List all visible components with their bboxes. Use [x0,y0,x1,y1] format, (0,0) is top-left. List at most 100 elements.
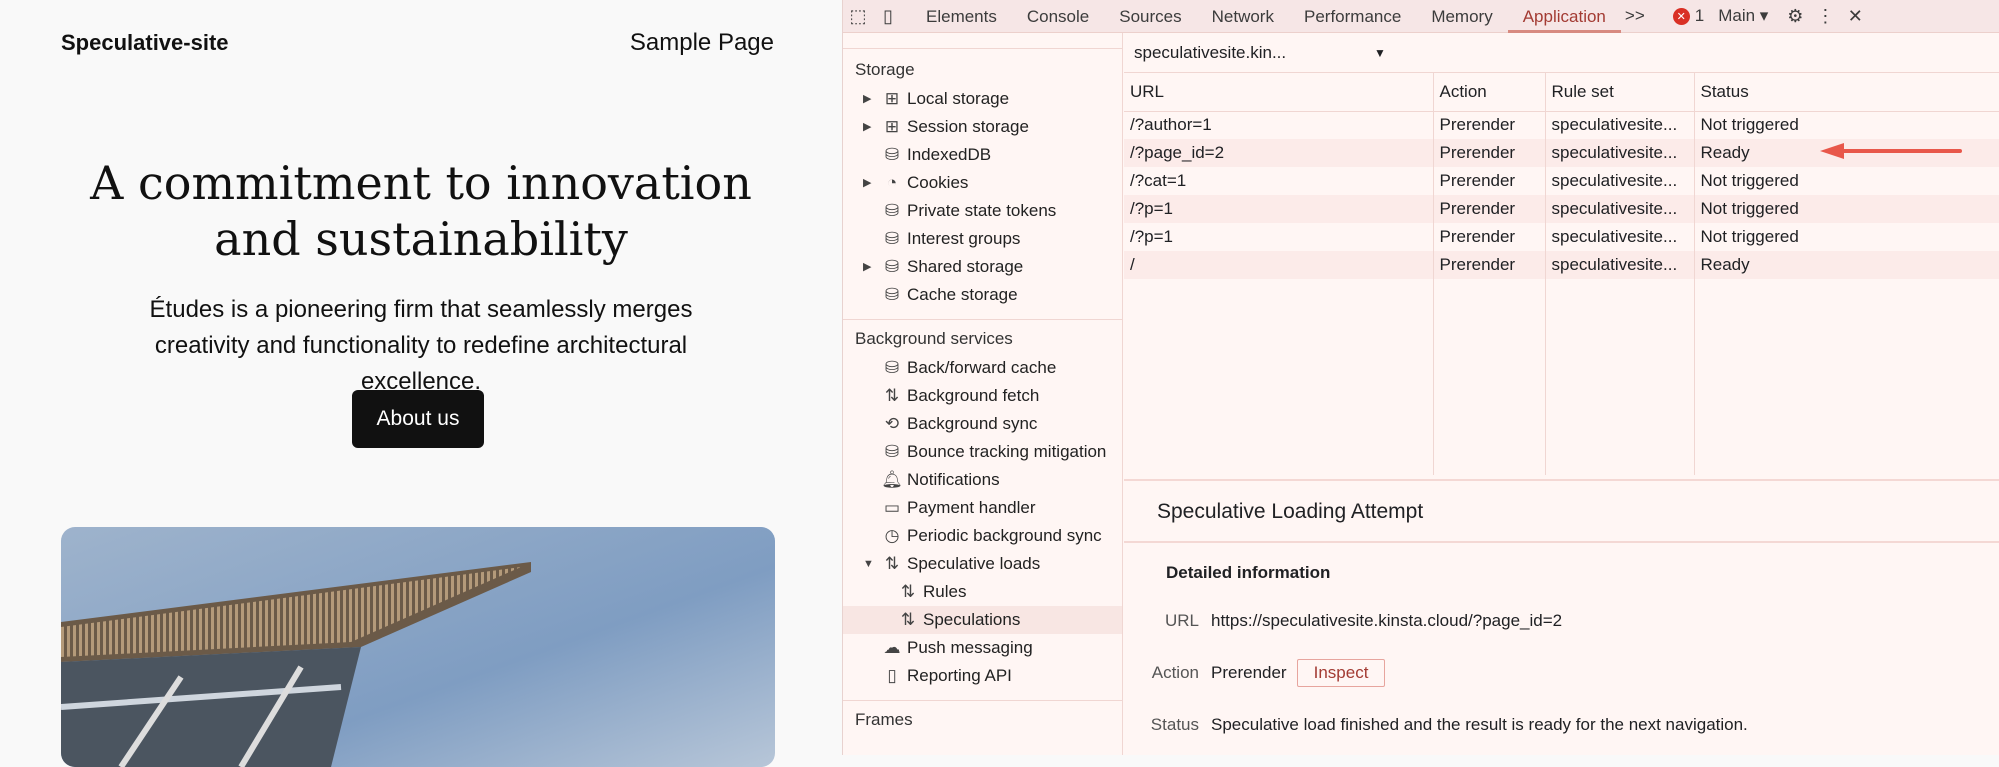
table-row[interactable]: /?cat=1Prerenderspeculativesite...Not tr… [1124,167,1999,195]
storage-section-title: Storage [843,55,1122,85]
more-tabs-button[interactable]: >> [1625,6,1645,26]
table-row[interactable]: /?p=1Prerenderspeculativesite...Not trig… [1124,223,1999,251]
settings-gear-icon[interactable]: ⚙ [1780,6,1810,27]
sidebar-item-background-sync[interactable]: ⟲Background sync [843,410,1122,438]
nav-sample-page[interactable]: Sample Page [630,29,774,57]
sidebar-item-speculations[interactable]: ⇅Speculations [843,606,1122,634]
sidebar-item-reporting-api[interactable]: ▯Reporting API [843,662,1122,690]
sidebar-item-notifications[interactable]: 🔔︎Notifications [843,466,1122,494]
empty-row [1124,391,1999,419]
tab-performance[interactable]: Performance [1289,0,1416,33]
sidebar-item-label: Periodic background sync [907,522,1102,550]
table-row[interactable]: /?author=1Prerenderspeculativesite...Not… [1124,111,1999,139]
sidebar-item-indexeddb[interactable]: ⛁IndexedDB [843,141,1122,169]
sidebar-item-label: Interest groups [907,225,1020,253]
expand-arrow-icon[interactable]: ▼ [863,550,877,578]
inspect-element-icon[interactable]: ⬚ [843,6,873,27]
col-url[interactable]: URL [1124,73,1433,111]
cache-storage-icon: ⛁ [877,281,907,309]
expand-arrow-icon[interactable]: ▶ [863,113,877,141]
action-value: Prerender [1211,663,1287,683]
url-label: URL [1124,611,1211,631]
back-forward-cache-icon: ⛁ [877,354,907,382]
col-rule-set[interactable]: Rule set [1545,73,1694,111]
tab-sources[interactable]: Sources [1104,0,1196,33]
sidebar-item-label: Reporting API [907,662,1012,690]
sidebar-item-cache-storage[interactable]: ⛁Cache storage [843,281,1122,309]
error-count[interactable]: 1 [1695,6,1704,26]
url-cell: /?page_id=2 [1124,139,1433,167]
site-brand[interactable]: Speculative-site [61,30,229,56]
device-toolbar-icon[interactable]: ▯ [873,6,903,27]
col-status[interactable]: Status [1694,73,1999,111]
url-cell: /?p=1 [1124,223,1433,251]
url-cell: /?author=1 [1124,111,1433,139]
hero-description: Études is a pioneering firm that seamles… [0,292,842,400]
sidebar-item-label: Session storage [907,113,1029,141]
sidebar-item-private-state-tokens[interactable]: ⛁Private state tokens [843,197,1122,225]
sidebar-item-interest-groups[interactable]: ⛁Interest groups [843,225,1122,253]
sidebar-item-local-storage[interactable]: ▶⊞Local storage [843,85,1122,113]
tab-network[interactable]: Network [1197,0,1289,33]
ruleset-select[interactable]: speculativesite.kin...▼ [1124,33,1999,73]
table-row[interactable]: /Prerenderspeculativesite...Ready [1124,251,1999,279]
cookies-icon: ◔ [877,169,907,197]
empty-row [1124,335,1999,363]
sidebar-item-session-storage[interactable]: ▶⊞Session storage [843,113,1122,141]
tab-memory[interactable]: Memory [1416,0,1507,33]
rule-set-cell: speculativesite... [1545,195,1694,223]
sidebar-item-back-forward-cache[interactable]: ⛁Back/forward cache [843,354,1122,382]
session-storage-icon: ⊞ [877,113,907,141]
rule-set-cell: speculativesite... [1545,223,1694,251]
shared-storage-icon: ⛁ [877,253,907,281]
context-select[interactable]: Main ▾ [1718,6,1768,26]
status-cell: Ready [1694,251,1999,279]
sidebar-item-label: Push messaging [907,634,1033,662]
inspect-button[interactable]: Inspect [1297,659,1386,687]
empty-row [1124,447,1999,475]
about-us-button[interactable]: About us [352,390,484,448]
expand-arrow-icon[interactable]: ▶ [863,85,877,113]
indexeddb-icon: ⛁ [877,141,907,169]
sidebar-item-label: Private state tokens [907,197,1056,225]
sidebar-item-push-messaging[interactable]: ☁Push messaging [843,634,1122,662]
sidebar-item-label: IndexedDB [907,141,991,169]
tab-elements[interactable]: Elements [911,0,1012,33]
sidebar-item-label: Cookies [907,169,968,197]
attempt-detail: Speculative Loading Attempt Detailed inf… [1124,481,1999,735]
tab-application[interactable]: Application [1508,0,1621,33]
sidebar-item-label: Back/forward cache [907,354,1056,382]
expand-arrow-icon[interactable]: ▶ [863,253,877,281]
more-options-icon[interactable]: ⋮ [1810,6,1840,27]
table-row[interactable]: /?p=1Prerenderspeculativesite...Not trig… [1124,195,1999,223]
sidebar-item-label: Payment handler [907,494,1036,522]
close-icon[interactable]: ✕ [1840,6,1870,27]
expand-arrow-icon[interactable]: ▶ [863,169,877,197]
private-state-tokens-icon: ⛁ [877,197,907,225]
ruleset-select-value: speculativesite.kin... [1134,43,1374,63]
sidebar-item-speculative-loads[interactable]: ▼⇅Speculative loads [843,550,1122,578]
empty-row [1124,363,1999,391]
status-cell: Not triggered [1694,195,1999,223]
status-cell: Not triggered [1694,223,1999,251]
tab-console[interactable]: Console [1012,0,1104,33]
error-icon[interactable]: ✕ [1673,8,1690,25]
sidebar-item-shared-storage[interactable]: ▶⛁Shared storage [843,253,1122,281]
sidebar-item-payment-handler[interactable]: ▭Payment handler [843,494,1122,522]
speculations-view: speculativesite.kin...▼ URL Action Rule … [1124,33,1999,755]
periodic-background-sync-icon: ◷ [877,522,907,550]
sidebar-item-background-fetch[interactable]: ⇅Background fetch [843,382,1122,410]
sidebar-item-cookies[interactable]: ▶◔Cookies [843,169,1122,197]
sidebar-item-periodic-background-sync[interactable]: ◷Periodic background sync [843,522,1122,550]
sidebar-item-bounce-tracking-mitigation[interactable]: ⛁Bounce tracking mitigation [843,438,1122,466]
sidebar-item-rules[interactable]: ⇅Rules [843,578,1122,606]
col-action[interactable]: Action [1433,73,1545,111]
empty-row [1124,307,1999,335]
devtools-toolbar: ⬚ ▯ Elements Console Sources Network Per… [843,0,1999,33]
local-storage-icon: ⊞ [877,85,907,113]
url-cell: /?p=1 [1124,195,1433,223]
speculative-loads-icon: ⇅ [877,550,907,578]
sidebar-item-label: Rules [923,578,966,606]
status-cell: Not triggered [1694,167,1999,195]
push-messaging-icon: ☁ [877,634,907,662]
